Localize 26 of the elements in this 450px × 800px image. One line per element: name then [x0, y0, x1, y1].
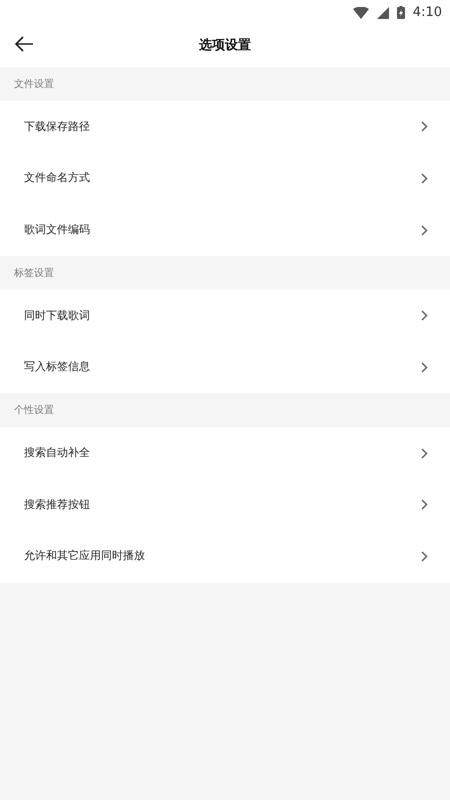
wifi-icon: [352, 6, 369, 18]
chevron-right-icon: [421, 362, 428, 374]
section-header: 标签设置: [14, 266, 54, 281]
settings-row[interactable]: 搜索自动补全: [0, 427, 450, 480]
section-header: 个性设置: [14, 404, 54, 418]
settings-row[interactable]: 写入标签信息: [0, 342, 450, 394]
chevron-right-icon: [421, 499, 428, 510]
settings-row[interactable]: 允许和其它应用同时播放: [0, 530, 450, 582]
settings-row[interactable]: 搜索推荐按钮: [0, 479, 450, 531]
chevron-right-icon: [421, 224, 428, 236]
chevron-right-icon: [421, 448, 428, 459]
settings-row[interactable]: 同时下载歌词: [0, 290, 450, 342]
battery-icon: [396, 6, 405, 19]
section-header: 文件设置: [14, 78, 54, 92]
chevron-right-icon: [421, 173, 428, 184]
settings-row[interactable]: 文件命名方式: [0, 152, 450, 204]
chevron-right-icon: [421, 121, 428, 132]
back-button[interactable]: [12, 34, 36, 54]
back-arrow-icon: [14, 36, 34, 52]
page-title: 选项设置: [199, 37, 251, 56]
status-time: 4:10: [412, 4, 442, 22]
chevron-right-icon: [421, 310, 428, 322]
chevron-right-icon: [421, 551, 428, 562]
settings-row[interactable]: 下载保存路径: [0, 101, 450, 153]
signal-icon: [376, 6, 389, 18]
settings-row[interactable]: 歌词文件编码: [0, 204, 450, 256]
